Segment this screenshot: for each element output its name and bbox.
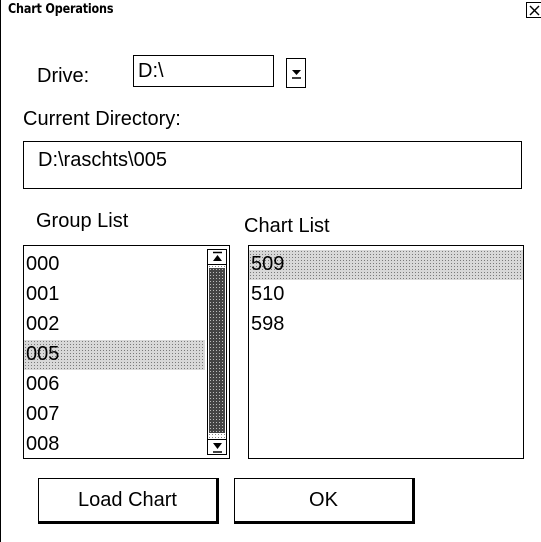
group-list[interactable]: 000 001 002 005 006 007 008 bbox=[23, 245, 230, 459]
chart-list[interactable]: 509 510 598 bbox=[248, 245, 524, 459]
close-icon bbox=[529, 5, 540, 16]
scroll-up-arrow-icon bbox=[213, 251, 222, 261]
current-directory-label: Current Directory: bbox=[23, 108, 181, 130]
ok-button[interactable]: OK bbox=[234, 478, 415, 524]
chart-list-item[interactable]: 509 bbox=[249, 250, 523, 280]
scroll-down-button[interactable] bbox=[207, 439, 227, 455]
drive-dropdown-button[interactable] bbox=[286, 58, 306, 88]
load-chart-button[interactable]: Load Chart bbox=[38, 478, 219, 524]
scroll-up-button[interactable] bbox=[207, 249, 227, 265]
chart-list-item[interactable]: 510 bbox=[249, 280, 523, 310]
scroll-track[interactable] bbox=[207, 265, 227, 439]
drive-label: Drive: bbox=[37, 65, 90, 87]
chart-list-item[interactable]: 598 bbox=[249, 310, 523, 340]
group-list-label: Group List bbox=[36, 210, 129, 232]
group-list-item[interactable]: 002 bbox=[24, 310, 205, 340]
group-list-item[interactable]: 007 bbox=[24, 400, 205, 430]
group-list-item[interactable]: 006 bbox=[24, 370, 205, 400]
dialog-title: Chart Operations bbox=[8, 2, 114, 17]
group-list-scrollbar[interactable] bbox=[207, 249, 227, 455]
title-bar[interactable]: Chart Operations bbox=[1, 0, 541, 22]
dropdown-arrow-icon bbox=[292, 70, 301, 79]
scroll-thumb[interactable] bbox=[209, 268, 225, 433]
group-list-item[interactable]: 008 bbox=[24, 430, 205, 458]
chart-operations-dialog: Chart Operations Drive: D:\ Current Dire… bbox=[0, 0, 541, 542]
scroll-down-arrow-icon bbox=[213, 443, 222, 453]
chart-list-label: Chart List bbox=[244, 215, 330, 237]
drive-field[interactable]: D:\ bbox=[133, 55, 274, 87]
group-list-item[interactable]: 000 bbox=[24, 250, 205, 280]
current-directory-field[interactable]: D:\raschts\005 bbox=[23, 141, 522, 189]
close-button[interactable] bbox=[526, 2, 541, 18]
group-list-item[interactable]: 005 bbox=[24, 340, 205, 370]
group-list-item[interactable]: 001 bbox=[24, 280, 205, 310]
